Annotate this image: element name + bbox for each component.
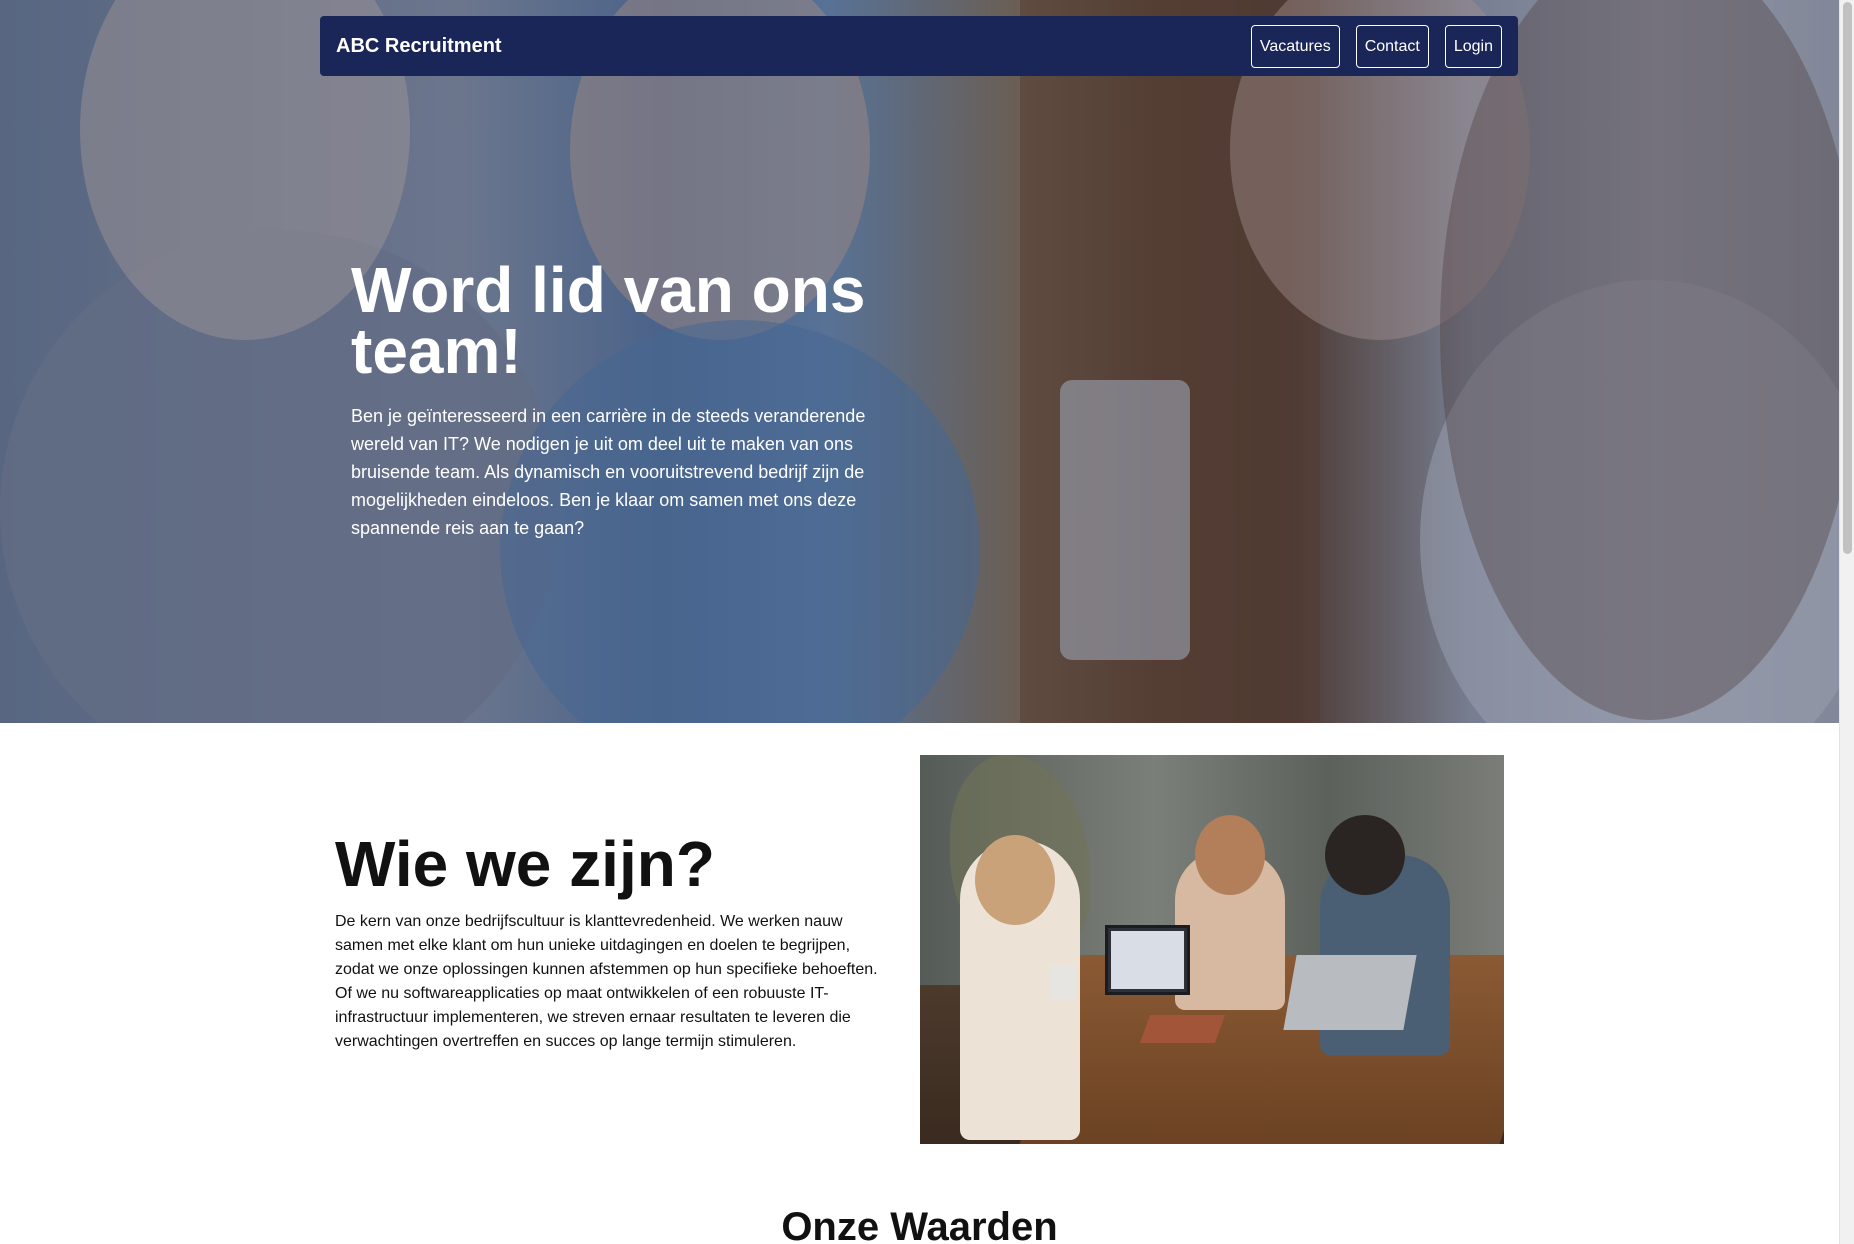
- team-photo: [920, 755, 1504, 1144]
- about-content: Wie we zijn? De kern van onze bedrijfscu…: [335, 826, 885, 1054]
- scrollbar-thumb[interactable]: [1843, 2, 1852, 554]
- nav-login-button[interactable]: Login: [1444, 24, 1502, 68]
- values-title: Onze Waarden: [781, 1205, 1058, 1244]
- nav-contact-button[interactable]: Contact: [1355, 24, 1429, 68]
- page-scrollbar[interactable]: [1839, 0, 1854, 1244]
- hero-section: Word lid van ons team! Ben je geïnteress…: [0, 0, 1839, 723]
- about-description: De kern van onze bedrijfscultuur is klan…: [335, 913, 878, 1050]
- hero-title: Word lid van ons team!: [351, 254, 866, 387]
- about-title: Wie we zijn?: [335, 828, 715, 900]
- nav-vacatures-button[interactable]: Vacatures: [1250, 24, 1340, 68]
- page: Word lid van ons team! Ben je geïnteress…: [0, 0, 1854, 1244]
- nav-links: Vacatures Contact Login: [1250, 24, 1502, 68]
- hero-overlay: [0, 0, 1839, 723]
- navbar: ABC Recruitment Vacatures Contact Login: [320, 16, 1518, 76]
- hero-content: Word lid van ons team! Ben je geïnteress…: [351, 254, 871, 542]
- brand-logo[interactable]: ABC Recruitment: [336, 35, 502, 58]
- hero-description: Ben je geïnteresseerd in een carrière in…: [351, 406, 866, 538]
